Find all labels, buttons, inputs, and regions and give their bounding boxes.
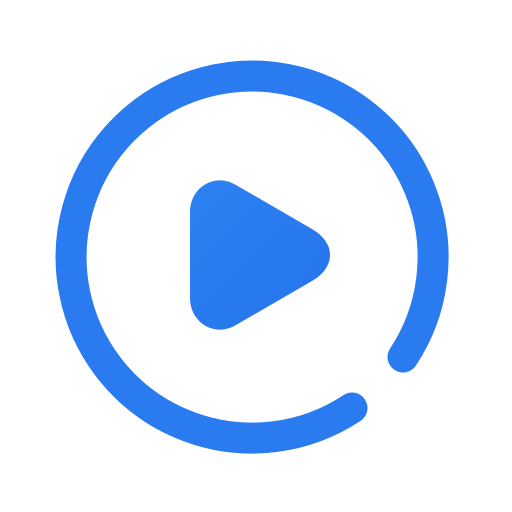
play-triangle <box>190 180 330 330</box>
play-circle-icon <box>55 60 449 454</box>
app-icon[interactable] <box>0 0 512 512</box>
